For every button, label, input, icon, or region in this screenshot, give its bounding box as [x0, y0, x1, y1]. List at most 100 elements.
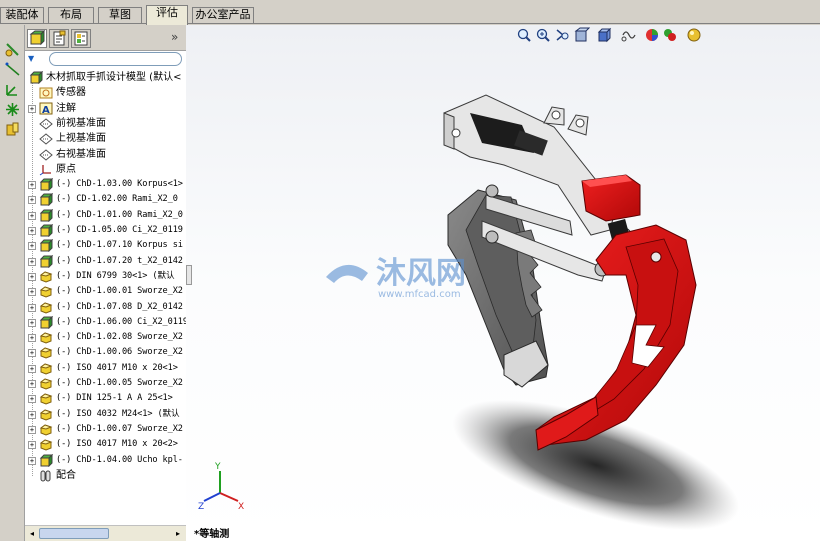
- tree-item[interactable]: + (-) ChD-1.04.00 Ucho kpl-: [25, 453, 186, 468]
- expand-toggle[interactable]: +: [28, 303, 36, 312]
- tree-item-label: (-) ISO 4032 M24<1> (默认: [56, 408, 180, 419]
- tree-item[interactable]: 原点: [25, 162, 186, 177]
- tab-evaluate[interactable]: 评估: [146, 5, 188, 25]
- tab-office-products[interactable]: 办公室产品: [192, 7, 254, 23]
- tab-sketch[interactable]: 草图: [98, 7, 142, 23]
- scroll-left-arrow[interactable]: ◂: [27, 528, 37, 539]
- tree-item[interactable]: + (-) DIN 6799 30<1> (默认: [25, 269, 186, 284]
- tab-layout[interactable]: 布局: [48, 7, 94, 23]
- horizontal-scrollbar[interactable]: ◂ ▸: [25, 525, 186, 541]
- tab-configuration-manager[interactable]: [71, 29, 91, 48]
- tree-item-label: (-) ChD-1.02.08 Sworze_X2: [56, 332, 183, 343]
- tree-item-label: (-) ChD-1.03.00 Korpus<1>: [56, 179, 183, 190]
- gripper-model[interactable]: 沐风网 www.mfcad.com Y X Z: [186, 25, 820, 541]
- expand-toggle[interactable]: +: [28, 380, 36, 388]
- scroll-right-arrow[interactable]: ▸: [173, 528, 183, 539]
- tree-item[interactable]: + (-) ISO 4017 M10 x 20<1>: [25, 361, 186, 376]
- tree-item[interactable]: + (-) ChD-1.00.06 Sworze_X2: [25, 345, 186, 360]
- tree-item-label: (-) ChD-1.00.05 Sworze_X2: [56, 378, 183, 388]
- move-component-icon[interactable]: [4, 81, 21, 98]
- tree-item-label: 右视基准面: [56, 148, 106, 160]
- expand-toggle[interactable]: +: [28, 441, 36, 450]
- expand-toggle[interactable]: +: [28, 288, 36, 297]
- mate-icon[interactable]: [4, 41, 21, 58]
- expand-toggle[interactable]: +: [28, 456, 36, 465]
- tree-item[interactable]: + (-) ISO 4032 M24<1> (默认: [25, 407, 186, 422]
- triad-x-label: X: [238, 502, 244, 512]
- tree-item-label: 上视基准面: [56, 133, 106, 145]
- tree-item[interactable]: + (-) ChD-1.07.08 D_X2_0142: [25, 300, 186, 315]
- coordinate-triad: Y X Z: [198, 462, 244, 512]
- tree-item-label: 配合: [56, 469, 76, 481]
- expand-toggle[interactable]: +: [28, 104, 36, 113]
- tree-item[interactable]: 右视基准面: [25, 147, 186, 162]
- filter-input[interactable]: [49, 52, 182, 66]
- part-icon: [39, 285, 53, 298]
- tab-assembly[interactable]: 装配体: [0, 7, 44, 23]
- left-toolbar: [0, 25, 25, 541]
- tree-item[interactable]: 上视基准面: [25, 131, 186, 146]
- expand-toggle[interactable]: +: [28, 272, 36, 281]
- expand-toggle[interactable]: +: [28, 242, 36, 251]
- expand-toggle[interactable]: +: [28, 196, 36, 205]
- watermark-url: www.mfcad.com: [378, 289, 461, 300]
- explode-icon[interactable]: [4, 101, 21, 118]
- subassembly-icon: [39, 315, 54, 330]
- tree-item[interactable]: + (-) ChD-1.03.00 Korpus<1>: [25, 177, 186, 192]
- sensor-icon: [39, 86, 53, 99]
- tree-item[interactable]: + (-) ISO 4017 M10 x 20<2>: [25, 437, 186, 452]
- components-icon[interactable]: [4, 121, 21, 138]
- expand-toggle[interactable]: +: [28, 227, 36, 235]
- tree-item[interactable]: + A 注解: [25, 101, 186, 116]
- tree-item[interactable]: 木材抓取手抓设计模型 (默认<: [25, 70, 186, 85]
- annotation-icon: A: [39, 102, 53, 116]
- tab-property-manager[interactable]: [49, 29, 69, 48]
- tree-item[interactable]: + (-) ChD-1.06.00 Ci_X2_0119: [25, 315, 186, 330]
- tree-item-label: 木材抓取手抓设计模型 (默认<: [46, 72, 182, 83]
- part-icon: [39, 270, 53, 283]
- part-icon: [39, 392, 53, 405]
- expand-toggle[interactable]: +: [28, 334, 36, 343]
- origin-icon: [39, 163, 53, 176]
- expand-toggle[interactable]: +: [28, 257, 36, 266]
- feature-tree-icon: [29, 29, 46, 46]
- tree-item[interactable]: + (-) ChD-1.02.08 Sworze_X2: [25, 330, 186, 345]
- expand-toggle[interactable]: +: [28, 410, 36, 419]
- expand-panel-button[interactable]: »: [171, 30, 178, 44]
- tree-item[interactable]: + (-) CD-1.02.00 Rami_X2_0: [25, 192, 186, 207]
- expand-toggle[interactable]: +: [28, 211, 36, 220]
- tree-item[interactable]: + (-) ChD-1.00.01 Sworze_X2: [25, 284, 186, 299]
- part-icon: [39, 331, 53, 344]
- expand-toggle[interactable]: +: [28, 364, 36, 373]
- tree-item[interactable]: + (-) ChD-1.07.20 t_X2_0142: [25, 254, 186, 269]
- tree-item[interactable]: 配合: [25, 468, 186, 483]
- subassembly-icon: [39, 208, 54, 222]
- expand-toggle[interactable]: +: [28, 318, 36, 327]
- tree-item[interactable]: + (-) ChD-1.00.05 Sworze_X2: [25, 376, 186, 391]
- scroll-thumb[interactable]: [39, 528, 109, 539]
- tree-item[interactable]: + (-) DIN 125-1 A A 25<1>: [25, 391, 186, 406]
- tree-item-label: 传感器: [56, 87, 86, 99]
- panel-sash[interactable]: [186, 265, 192, 285]
- tree-item-label: 注解: [56, 102, 76, 114]
- graphics-area[interactable]: 沐风网 www.mfcad.com Y X Z *等轴测: [186, 25, 820, 541]
- feature-manager-tabs: »: [25, 25, 186, 51]
- tree-item[interactable]: + (-) CD-1.05.00 Ci_X2_0119: [25, 223, 186, 238]
- tree-item[interactable]: 前视基准面: [25, 116, 186, 131]
- feature-manager-panel: » ▼ 木材抓取手抓设计模型 (默认< 传感器 + A 注解 前视基准面 上视基准面 右视基准…: [25, 25, 186, 541]
- tree-item-label: (-) ChD-1.00.07 Sworze_X2: [56, 423, 183, 434]
- tree-item[interactable]: + (-) ChD-1.00.07 Sworze_X2: [25, 422, 186, 437]
- filter-icon[interactable]: ▼: [28, 52, 46, 66]
- expand-toggle[interactable]: +: [28, 181, 36, 190]
- tree-item[interactable]: + (-) ChD-1.07.10 Korpus si: [25, 238, 186, 253]
- plane-icon: [39, 148, 53, 161]
- tab-feature-tree[interactable]: [27, 29, 47, 48]
- tree-item[interactable]: + (-) ChD-1.01.00 Rami_X2_0: [25, 208, 186, 223]
- expand-toggle[interactable]: +: [28, 425, 36, 434]
- line-icon[interactable]: [4, 61, 21, 78]
- expand-toggle[interactable]: +: [28, 395, 36, 404]
- expand-toggle[interactable]: +: [28, 349, 36, 358]
- tree-item[interactable]: 传感器: [25, 85, 186, 100]
- property-manager-icon: [53, 30, 66, 46]
- filter-row: ▼: [25, 51, 186, 67]
